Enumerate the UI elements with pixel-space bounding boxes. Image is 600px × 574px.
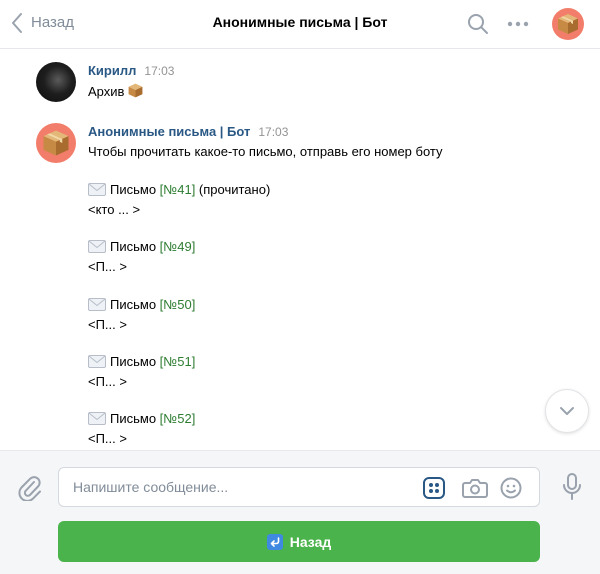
attach-button[interactable] [16, 473, 42, 506]
letter-preview: <П... > [88, 374, 127, 389]
letter-number: [№49] [159, 239, 196, 254]
voice-message-button[interactable] [562, 473, 582, 506]
bot-keyboard-button[interactable] [423, 477, 445, 504]
letter-label: Письмо [110, 354, 160, 369]
message-text: Чтобы прочитать какое-то письмо, отправь… [88, 144, 443, 159]
letter-status: (прочитано) [195, 182, 271, 197]
more-icon [507, 21, 529, 27]
letter-preview: <П... > [88, 259, 127, 274]
bot-keyboard-back-button[interactable]: Назад [58, 521, 540, 562]
more-button[interactable] [507, 14, 529, 39]
bot-keyboard-back-label: Назад [289, 533, 332, 550]
bot-message-avatar[interactable] [36, 123, 76, 163]
package-icon [127, 82, 144, 104]
letter-entry: Письмо [№49] <П... > [88, 238, 195, 276]
message-header: Анонимные письма | Бот 17:03 [88, 123, 288, 141]
message-history[interactable]: Кирилл 17:03 Архив Анонимные письма | Бот… [0, 50, 600, 450]
chat-header: Назад Анонимные письма | Бот [0, 0, 600, 49]
scroll-down-button[interactable] [545, 389, 589, 433]
letter-preview: <П... > [88, 317, 127, 332]
paperclip-icon [18, 476, 41, 502]
emoji-button[interactable] [500, 477, 522, 504]
envelope-icon [88, 183, 106, 201]
bot-keyboard-icon [423, 477, 445, 499]
package-icon [558, 14, 578, 34]
envelope-icon [88, 355, 106, 373]
author-name[interactable]: Анонимные письма | Бот [88, 124, 250, 139]
smile-icon [500, 477, 522, 499]
letter-entry: Письмо [№51] <П... > [88, 353, 195, 391]
letter-number: [№51] [159, 354, 196, 369]
message-input[interactable] [73, 477, 413, 497]
user-avatar[interactable] [36, 62, 76, 102]
letter-entry: Письмо [№41] (прочитано) <кто ... > [88, 181, 270, 219]
bot-avatar[interactable] [552, 8, 584, 40]
package-icon [43, 130, 69, 156]
return-arrow-icon [266, 533, 283, 550]
letter-number: [№52] [159, 411, 196, 426]
message-input-box [58, 467, 540, 507]
chevron-down-icon [560, 407, 574, 415]
envelope-icon [88, 412, 106, 430]
envelope-icon [88, 240, 106, 258]
message-text-content: Архив [88, 84, 125, 99]
camera-button[interactable] [462, 477, 488, 504]
message-time: 17:03 [144, 64, 175, 78]
letter-preview: <П... > [88, 431, 127, 446]
search-icon [468, 14, 488, 34]
letter-number: [№50] [159, 297, 196, 312]
letter-preview: <кто ... > [88, 202, 141, 217]
letter-label: Письмо [110, 297, 160, 312]
letter-entry: Письмо [№52] <П... > [88, 410, 195, 448]
camera-icon [462, 479, 488, 498]
search-button[interactable] [467, 13, 489, 40]
microphone-icon [563, 473, 581, 500]
envelope-icon [88, 298, 106, 316]
message-text: Архив [88, 82, 144, 104]
author-name[interactable]: Кирилл [88, 63, 136, 78]
letter-label: Письмо [110, 411, 160, 426]
message-time: 17:03 [258, 125, 289, 139]
letter-entry: Письмо [№50] <П... > [88, 296, 195, 334]
letter-label: Письмо [110, 182, 160, 197]
composer: Назад [0, 450, 600, 574]
letter-number: [№41] [159, 182, 196, 197]
message-header: Кирилл 17:03 [88, 62, 174, 80]
letter-label: Письмо [110, 239, 160, 254]
